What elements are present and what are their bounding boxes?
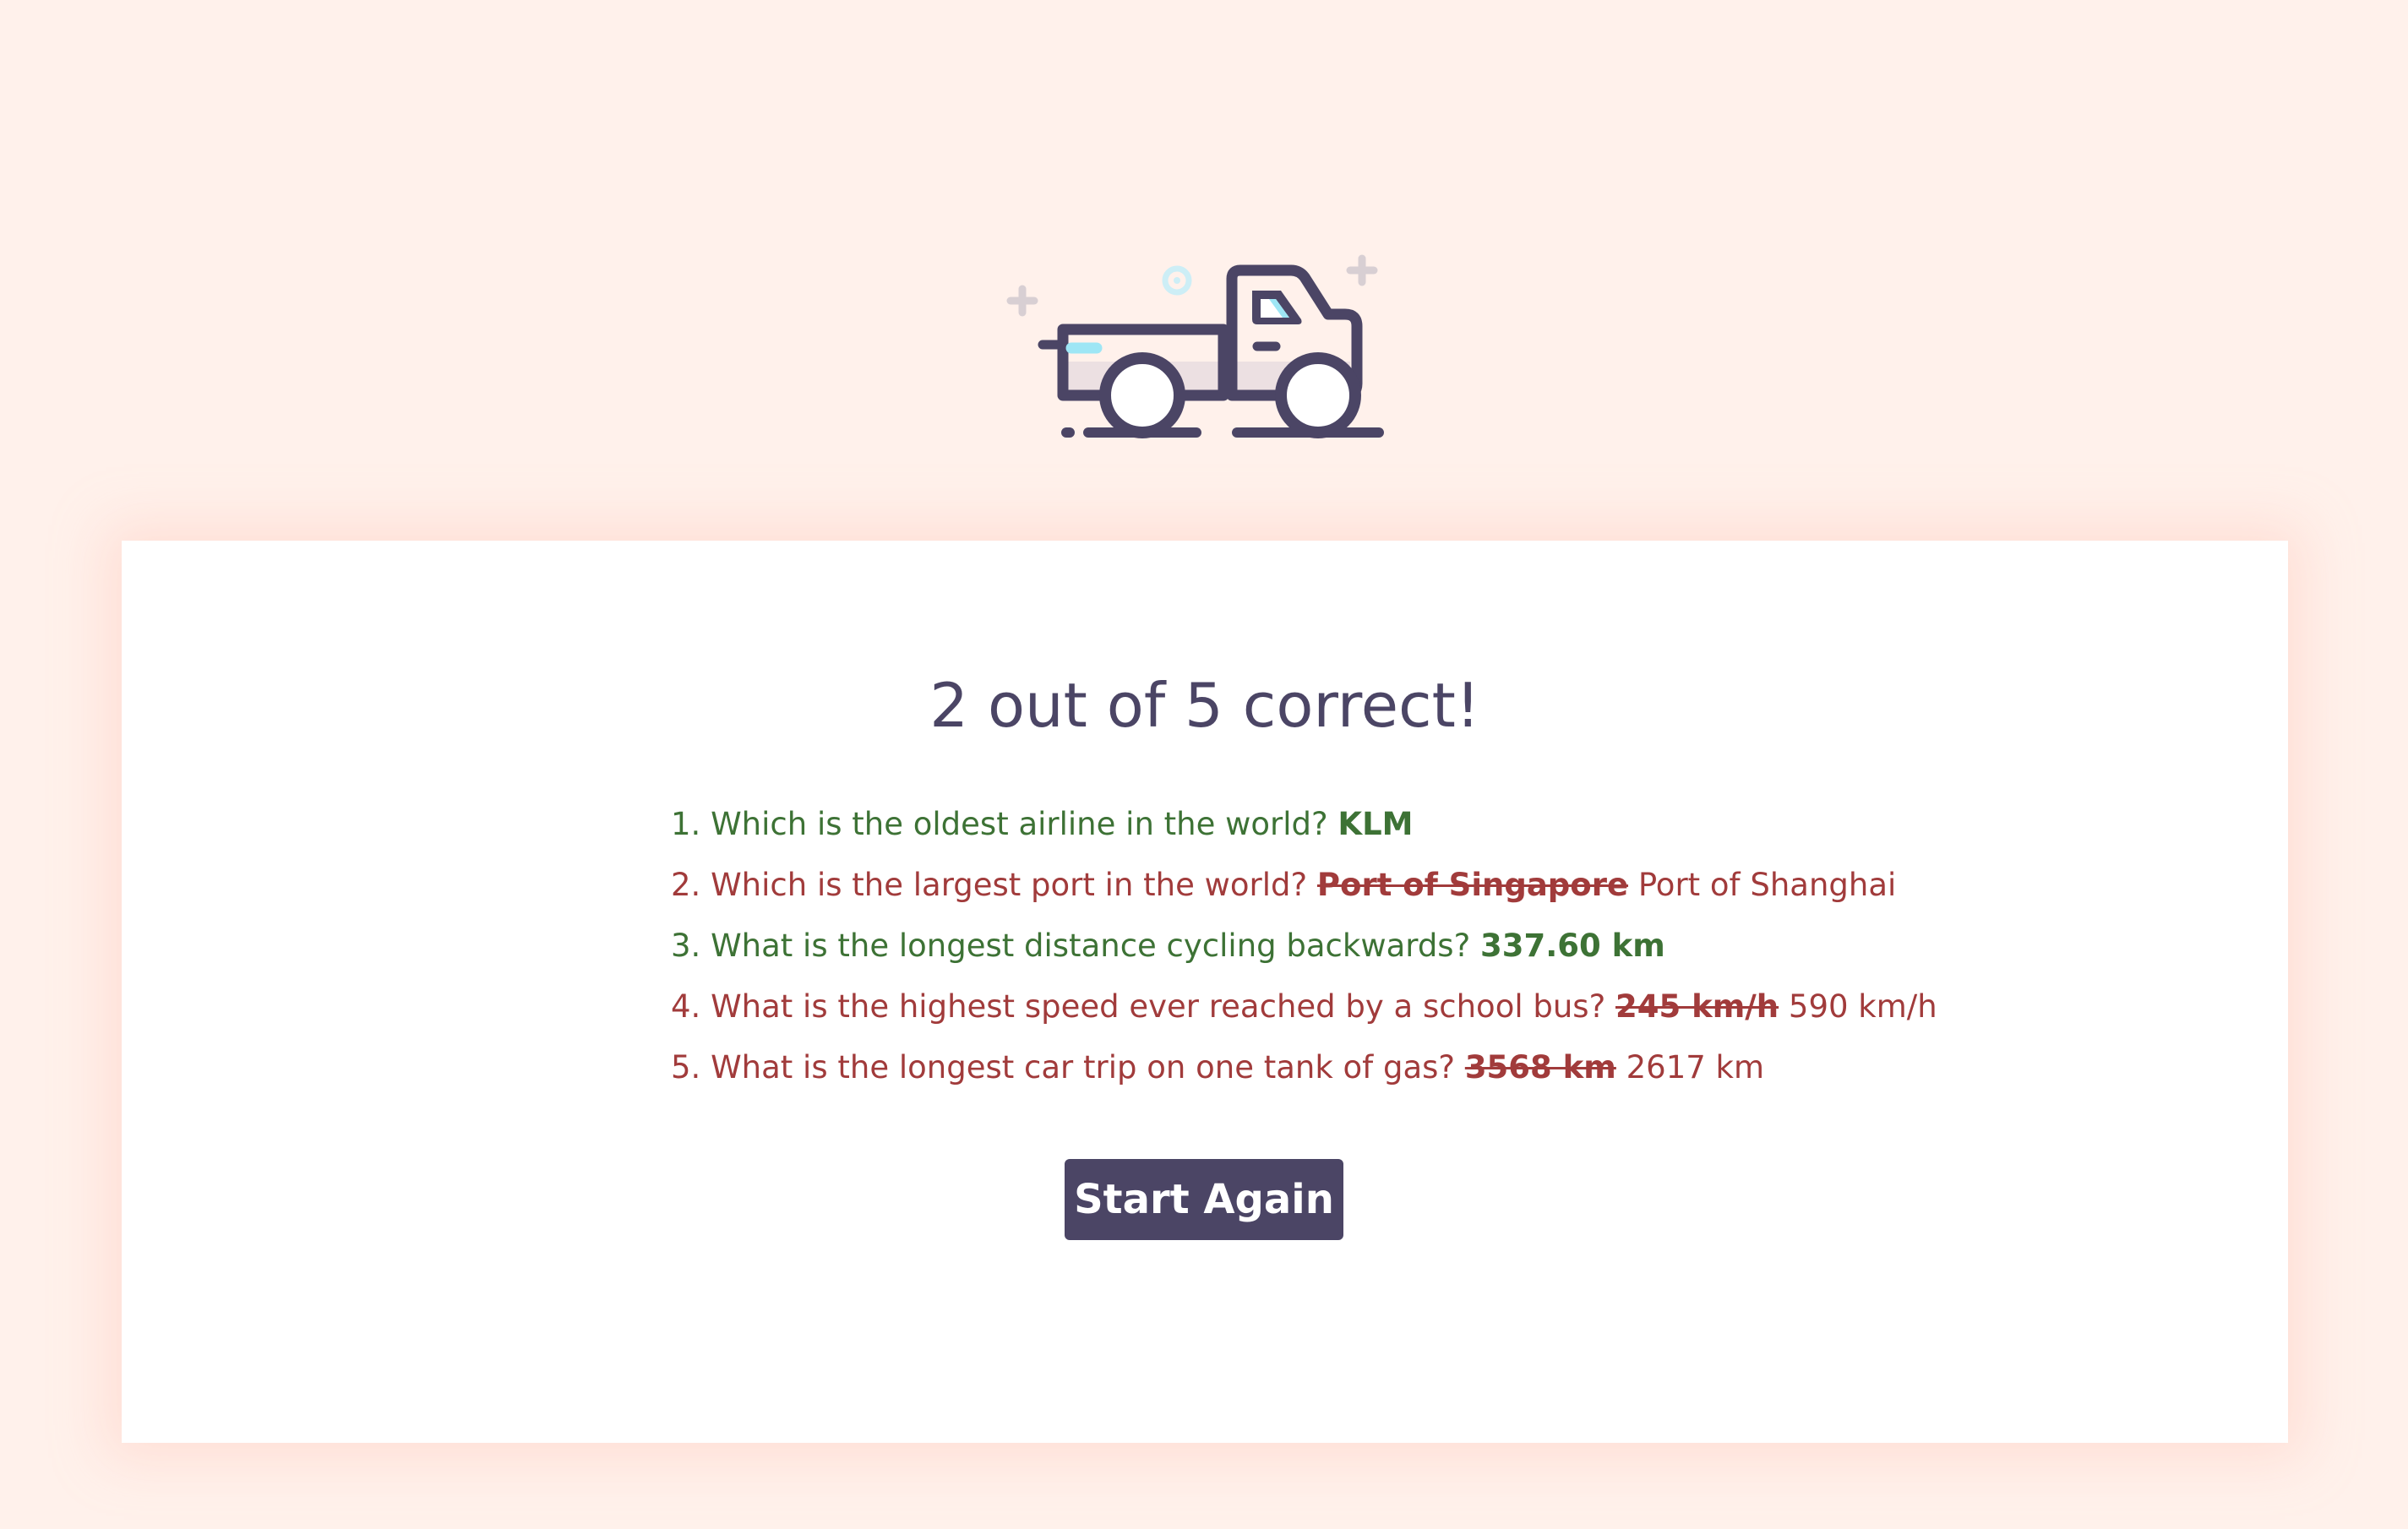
pickup-truck-icon bbox=[997, 245, 1411, 448]
correct-answer: KLM bbox=[1337, 806, 1414, 842]
correct-answer: 337.60 km bbox=[1480, 928, 1665, 964]
wrong-answer: 3568 km bbox=[1464, 1049, 1616, 1086]
wrong-answer: Port of Singapore bbox=[1316, 867, 1629, 903]
result-item: 2. Which is the largest port in the worl… bbox=[671, 855, 1937, 916]
item-question: Which is the largest port in the world? bbox=[711, 867, 1308, 903]
result-item: 5. What is the longest car trip on one t… bbox=[671, 1037, 1937, 1098]
item-question: What is the longest car trip on one tank… bbox=[711, 1049, 1456, 1086]
results-card: 2 out of 5 correct! 1. Which is the olde… bbox=[122, 541, 2288, 1443]
item-question: What is the longest distance cycling bac… bbox=[711, 928, 1471, 964]
correct-answer: 2617 km bbox=[1626, 1049, 1765, 1086]
correct-answer: 590 km/h bbox=[1788, 988, 1937, 1025]
item-number: 2. bbox=[671, 867, 701, 903]
item-question: Which is the oldest airline in the world… bbox=[711, 806, 1328, 842]
item-question: What is the highest speed ever reached b… bbox=[711, 988, 1606, 1025]
results-list: 1. Which is the oldest airline in the wo… bbox=[671, 794, 1937, 1098]
item-number: 5. bbox=[671, 1049, 701, 1086]
result-item: 1. Which is the oldest airline in the wo… bbox=[671, 794, 1937, 855]
quiz-results-page: 2 out of 5 correct! 1. Which is the olde… bbox=[0, 0, 2408, 1529]
result-item: 4. What is the highest speed ever reache… bbox=[671, 977, 1937, 1037]
wrong-answer: 245 km/h bbox=[1615, 988, 1779, 1025]
start-again-button[interactable]: Start Again bbox=[1065, 1159, 1343, 1240]
item-number: 1. bbox=[671, 806, 701, 842]
correct-answer: Port of Shanghai bbox=[1637, 867, 1897, 903]
score-title: 2 out of 5 correct! bbox=[929, 670, 1480, 741]
item-number: 3. bbox=[671, 928, 701, 964]
result-item: 3. What is the longest distance cycling … bbox=[671, 916, 1937, 977]
item-number: 4. bbox=[671, 988, 701, 1025]
